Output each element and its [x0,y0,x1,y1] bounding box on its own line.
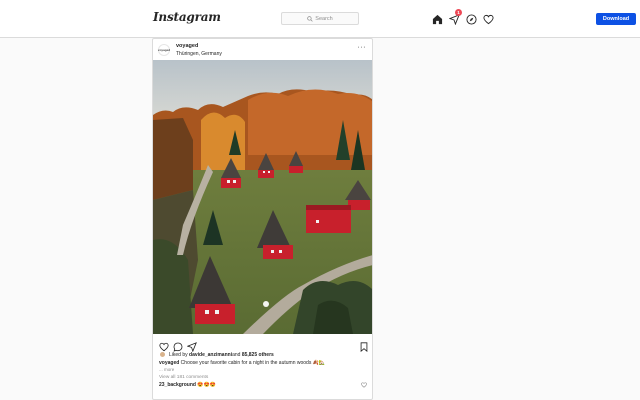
view-all-comments-link[interactable]: View all 181 comments [159,375,208,380]
post-username[interactable]: voyaged [176,43,198,49]
home-button[interactable] [430,12,444,26]
comment-row: 23_background 😍😍😍 [159,382,367,388]
nav-icons: 1 [430,9,495,26]
download-button[interactable]: Download [596,13,636,25]
likes-summary: Liked by davide_anzimanni and 85,825 oth… [159,351,274,358]
avatar[interactable]: voyaged [158,44,170,56]
caption-username[interactable]: voyaged [159,360,179,366]
bookmark-icon [360,342,368,353]
post-caption: voyaged Choose your favorite cabin for a… [159,360,367,366]
more-options-button[interactable]: ··· [358,44,367,51]
comment-button[interactable] [173,339,183,352]
post-photo[interactable] [153,60,372,334]
comment-like-icon[interactable] [361,382,367,388]
likes-count[interactable]: 85,825 others [242,352,274,358]
search-input[interactable]: Search [281,12,359,25]
save-button[interactable] [359,339,369,353]
post-card: voyaged voyaged Thüringen, Germany ··· L… [152,38,373,400]
activity-button[interactable] [481,12,495,26]
explore-button[interactable] [464,12,478,26]
avatar-text: voyaged [157,48,171,52]
top-navigation-bar: Instagram Search 1 Download [0,0,640,38]
comment-text: 😍😍😍 [195,382,217,388]
search-placeholder: Search [315,15,333,22]
instagram-logo[interactable]: Instagram [153,10,221,24]
notification-badge: 1 [455,9,462,16]
post-photo-image [153,60,372,334]
like-button[interactable] [159,339,169,352]
post-actions [159,339,369,353]
post-header: voyaged voyaged Thüringen, Germany ··· [153,39,372,61]
search-icon [307,15,313,22]
post-location[interactable]: Thüringen, Germany [176,51,222,57]
home-icon [432,14,442,24]
explore-icon [465,13,477,25]
direct-messages-button[interactable]: 1 [447,9,462,26]
share-button[interactable] [186,339,197,353]
comment-username[interactable]: 23_background [159,382,196,388]
likes-prefix: Liked by [169,351,188,358]
caption-more-link[interactable]: ... more [159,367,174,372]
heart-icon [482,14,494,24]
likes-middle: and [232,351,241,358]
liker-avatar[interactable] [159,351,166,358]
liker-username[interactable]: davide_anzimanni [189,352,232,358]
caption-text: Choose your favorite cabin for a night i… [179,360,326,366]
